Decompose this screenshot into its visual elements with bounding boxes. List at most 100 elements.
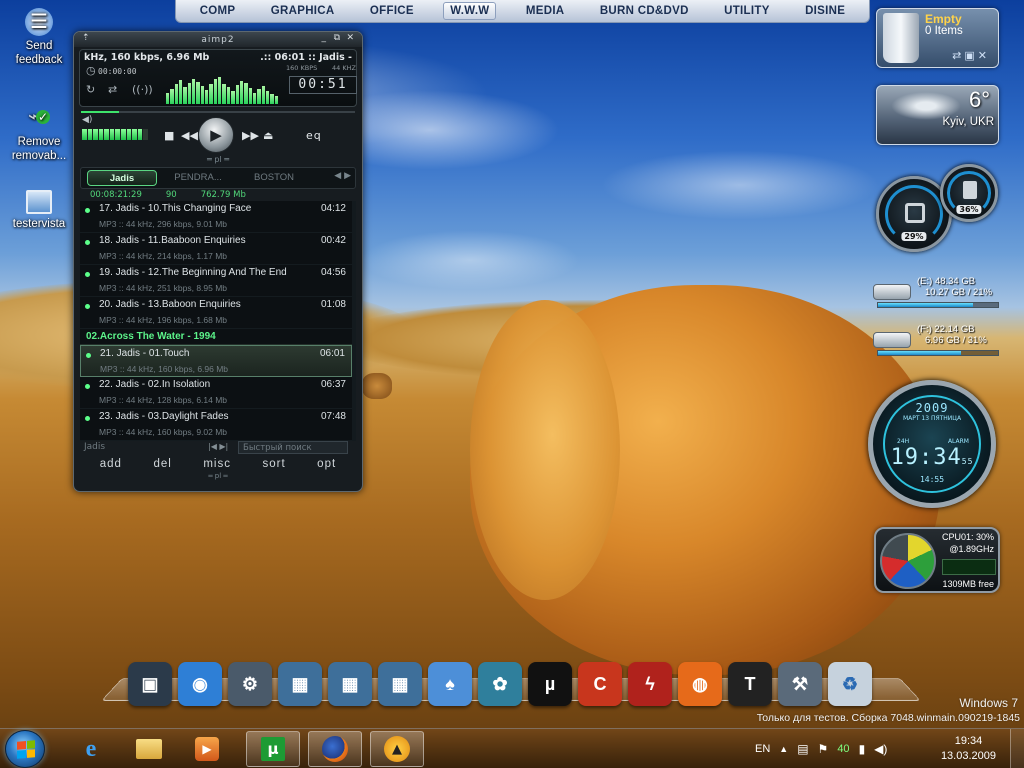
- previous-icon[interactable]: ◀◀: [181, 129, 198, 142]
- drive-icon: [873, 284, 911, 300]
- add-button[interactable]: add: [100, 458, 122, 470]
- dock-utorrent[interactable]: µ: [528, 662, 572, 706]
- tab-boston[interactable]: BOSTON: [239, 170, 309, 186]
- taskbar-mediaplayer[interactable]: ▶: [180, 731, 234, 767]
- menu-comp[interactable]: COMP: [194, 3, 242, 19]
- time-display[interactable]: 00:51: [289, 76, 357, 94]
- eject-icon[interactable]: ⏏: [263, 129, 273, 142]
- dock-tshirt[interactable]: T: [728, 662, 772, 706]
- recycle-bin-gadget[interactable]: Empty 0 Items ⇄▣✕: [876, 8, 999, 68]
- dock-flashget[interactable]: ϟ: [628, 662, 672, 706]
- playlist-row-current[interactable]: 21. Jadis - 01.Touch 06:01 MP3 :: 44 kHz, …: [80, 345, 352, 377]
- playlist-row[interactable]: 19. Jadis - 12.The Beginning And The End…: [80, 265, 352, 297]
- playlist-nav-icon[interactable]: |◀ ▶|: [208, 442, 228, 451]
- desktop-icon-remove-removable[interactable]: ⌁ ✓ Remove removab...: [3, 102, 75, 163]
- shuffle-icon[interactable]: ⇄: [108, 83, 117, 96]
- menu-graphica[interactable]: GRAPHICA: [265, 3, 341, 19]
- sort-button[interactable]: sort: [262, 458, 285, 470]
- stop-icon[interactable]: ■: [164, 129, 174, 142]
- tab-jadis[interactable]: Jadis: [87, 170, 157, 186]
- desktop-icon-send-feedback[interactable]: ☰ Send feedback: [3, 8, 75, 67]
- taskbar-firefox[interactable]: [308, 731, 362, 767]
- volume-slider[interactable]: [82, 129, 148, 140]
- tab-scroll-arrows[interactable]: ◀ ▶: [334, 171, 351, 181]
- language-indicator[interactable]: EN: [755, 743, 770, 755]
- taskbar-clock[interactable]: 19:34 13.03.2009: [941, 734, 996, 764]
- track-title: 18. Jadis - 11.Baaboon Enquiries: [99, 235, 246, 246]
- restore-icon[interactable]: ⧉: [334, 33, 340, 43]
- cpu-usage-gadget[interactable]: CPU01: 30% @1.89GHz 1309MB free: [874, 527, 1000, 593]
- menu-burn[interactable]: BURN CD&DVD: [594, 3, 695, 19]
- tray-counter[interactable]: 40: [837, 743, 849, 755]
- clock-gadget[interactable]: 2009 МАРТ 13 ПЯТНИЦА 24H ALARM 19:3455 1…: [868, 380, 996, 508]
- dock-tools[interactable]: ⚙: [228, 662, 272, 706]
- tray-expand-icon[interactable]: ▲: [779, 744, 788, 754]
- playlist-row[interactable]: 17. Jadis - 10.This Changing Face 04:12 MP…: [80, 201, 352, 233]
- recycle-bin-actions-icon[interactable]: ⇄▣✕: [952, 49, 990, 62]
- playlist-row[interactable]: 23. Jadis - 03.Daylight Fades 07:48 MP3 ::…: [80, 409, 352, 441]
- dock-firefox[interactable]: ◍: [678, 662, 722, 706]
- tray-flag-icon[interactable]: ⚑: [818, 742, 829, 756]
- playlist-row[interactable]: 20. Jadis - 13.Baboon Enquiries 01:08 MP3 …: [80, 297, 352, 329]
- playlist-group-header[interactable]: 02.Across The Water - 1994: [80, 329, 352, 345]
- volume-tray-icon[interactable]: ◀): [874, 742, 887, 756]
- dock-recycle[interactable]: ♻: [828, 662, 872, 706]
- dock-solitaire[interactable]: ♠: [428, 662, 472, 706]
- track-title: 22. Jadis - 02.In Isolation: [99, 379, 211, 390]
- dock-folder-3[interactable]: ▦: [378, 662, 422, 706]
- play-button[interactable]: ▶: [198, 117, 234, 153]
- aimp-player-window[interactable]: ⇡ aimp2 _ ⧉ ✕ kHz, 160 kbps, 6.96 Mb .::…: [73, 31, 363, 492]
- windows-logo-icon: [17, 740, 35, 759]
- taskbar-explorer[interactable]: [122, 731, 176, 767]
- track-title: 20. Jadis - 13.Baboon Enquiries: [99, 299, 241, 310]
- dock-folder-1[interactable]: ▦: [278, 662, 322, 706]
- quick-search-input[interactable]: Быстрый поиск: [238, 441, 348, 454]
- clock-icon: ◷: [86, 64, 96, 77]
- dock-icq[interactable]: ✿: [478, 662, 522, 706]
- dock-monitor[interactable]: ▣: [128, 662, 172, 706]
- aimp-titlebar[interactable]: ⇡ aimp2 _ ⧉ ✕: [74, 32, 362, 47]
- close-icon[interactable]: ✕: [346, 33, 354, 43]
- menu-utility[interactable]: UTILITY: [718, 3, 776, 19]
- start-button[interactable]: [5, 730, 45, 768]
- opt-button[interactable]: opt: [317, 458, 336, 470]
- desktop-icon-testervista[interactable]: testervista: [3, 190, 75, 231]
- misc-button[interactable]: misc: [203, 458, 231, 470]
- radio-icon[interactable]: ((·)): [132, 83, 153, 96]
- minimize-icon[interactable]: _: [322, 33, 327, 43]
- show-desktop-button[interactable]: [1010, 729, 1024, 768]
- menu-disine[interactable]: DISINE: [799, 3, 851, 19]
- drive-e-gadget[interactable]: (E:) 48.34 GB 10.27 GB / 21%: [873, 276, 1003, 316]
- next-icon[interactable]: ▶▶: [242, 129, 259, 142]
- tray-app-icon[interactable]: ▮: [859, 742, 866, 756]
- dock-settings[interactable]: ⚒: [778, 662, 822, 706]
- network-icon[interactable]: ▤: [797, 742, 808, 756]
- eq-button[interactable]: eq: [306, 129, 322, 142]
- menu-media[interactable]: MEDIA: [520, 3, 571, 19]
- aimp-menu-icon[interactable]: ⇡: [82, 33, 90, 43]
- drive-f-gadget[interactable]: (F:) 22.14 GB 6.96 GB / 31%: [873, 324, 1003, 364]
- memory-meter-gadget[interactable]: 36%: [940, 164, 998, 222]
- playlist-scrollbar[interactable]: [353, 201, 356, 441]
- weather-gadget[interactable]: 6° Kyiv, UKR: [876, 85, 999, 145]
- playlist-duration: 00:08:21:29: [90, 190, 142, 200]
- track-meta: MP3 :: 44 kHz, 251 kbps, 8.95 Mb: [99, 283, 228, 293]
- dock-ccleaner[interactable]: C: [578, 662, 622, 706]
- playlist-row[interactable]: 22. Jadis - 02.In Isolation 06:37 MP3 :: 4…: [80, 377, 352, 409]
- repeat-icon[interactable]: ↻: [86, 83, 95, 96]
- pl-separator[interactable]: ═ pl ═: [74, 155, 362, 167]
- tab-pendra[interactable]: PENDRA...: [163, 170, 233, 186]
- taskbar-aimp[interactable]: ▲: [370, 731, 424, 767]
- menu-office[interactable]: OFFICE: [364, 3, 420, 19]
- del-button[interactable]: del: [153, 458, 171, 470]
- menu-www[interactable]: W.W.W: [443, 2, 497, 20]
- playlist-row[interactable]: 18. Jadis - 11.Baaboon Enquiries 00:42 MP3…: [80, 233, 352, 265]
- dock-folder-2[interactable]: ▦: [328, 662, 372, 706]
- track-status-dot-icon: [85, 384, 90, 389]
- feedback-icon: ☰: [25, 8, 53, 36]
- pl-separator-bottom[interactable]: ═ pl ═: [74, 473, 362, 481]
- taskbar-ie[interactable]: e: [64, 731, 118, 767]
- taskbar-utorrent[interactable]: µ: [246, 731, 300, 767]
- dock-network[interactable]: ◉: [178, 662, 222, 706]
- windows-watermark: Windows 7: [959, 696, 1018, 710]
